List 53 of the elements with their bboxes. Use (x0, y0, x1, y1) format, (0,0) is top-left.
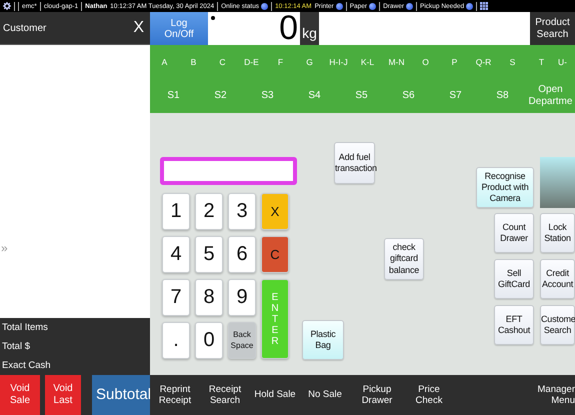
keypad-key[interactable]: 0 (195, 322, 223, 359)
manager-menu-button[interactable]: Manager Menu (535, 384, 575, 406)
total-label: Exact Cash (2, 359, 52, 373)
function-button[interactable]: Credit Account (540, 259, 575, 299)
function-button[interactable]: Add fuel transaction (334, 142, 375, 184)
weight-unit: kg (300, 12, 319, 45)
function-button[interactable]: Plastic Bag (302, 320, 344, 360)
function-button[interactable]: check giftcard balance (384, 238, 424, 280)
status-dot-icon (261, 2, 268, 10)
action-button[interactable]: Pickup Drawer (350, 384, 404, 406)
status-dot-icon (466, 2, 474, 10)
keypad-key[interactable]: 8 (195, 279, 223, 316)
keypad-key[interactable]: 1 (162, 193, 190, 230)
customer-title: Customer (3, 22, 46, 34)
weight-reading: 0 (279, 12, 299, 45)
function-button[interactable]: Recognise Product with Camera (476, 167, 534, 208)
total-label: Total $ (2, 340, 31, 354)
keypad-key[interactable]: 7 (162, 279, 190, 316)
function-button[interactable]: Lock Station (540, 213, 575, 253)
entry-field[interactable] (160, 157, 297, 185)
keypad-key[interactable]: Back Space (228, 322, 256, 359)
keypad-key[interactable]: . (162, 322, 190, 359)
keypad-key[interactable]: X (261, 193, 289, 230)
action-button[interactable]: No Sale (300, 389, 350, 401)
keypad-key[interactable]: 2 (195, 193, 223, 230)
action-button[interactable]: Hold Sale (250, 389, 300, 401)
function-button[interactable]: EFT Cashout (494, 305, 534, 345)
keypad-key[interactable]: 4 (162, 236, 190, 273)
log-on-button[interactable]: Log On/Off (150, 12, 208, 45)
keypad-key[interactable]: 6 (228, 236, 256, 273)
subtotal-button[interactable]: Subtotal (92, 375, 150, 415)
void-button[interactable]: Void Last (45, 375, 81, 415)
keypad-key[interactable]: C (261, 236, 289, 273)
close-button[interactable]: X (133, 19, 144, 37)
function-button[interactable]: Count Drawer (494, 213, 534, 253)
grid-icon[interactable] (480, 2, 488, 10)
void-button[interactable]: Void Sale (0, 375, 40, 415)
camera-preview (540, 157, 575, 208)
action-button[interactable]: Receipt Search (200, 384, 250, 406)
status-dot-icon (336, 2, 343, 10)
keypad-key[interactable]: 5 (195, 236, 223, 273)
product-search-button[interactable]: Product Search (530, 12, 575, 45)
keypad-key[interactable]: 9 (228, 279, 256, 316)
status-dot-icon (406, 2, 414, 10)
function-button[interactable]: Sell GiftCard (494, 259, 534, 299)
action-button[interactable]: Reprint Receipt (150, 384, 200, 406)
settings-icon[interactable] (3, 2, 11, 10)
function-button[interactable]: Custome Search (540, 305, 575, 345)
dot-icon (211, 16, 215, 20)
keypad-key[interactable]: 3 (228, 193, 256, 230)
action-button[interactable]: Price Check (404, 384, 454, 406)
status-dot-icon (369, 2, 376, 10)
total-label: Total Items (2, 321, 49, 335)
